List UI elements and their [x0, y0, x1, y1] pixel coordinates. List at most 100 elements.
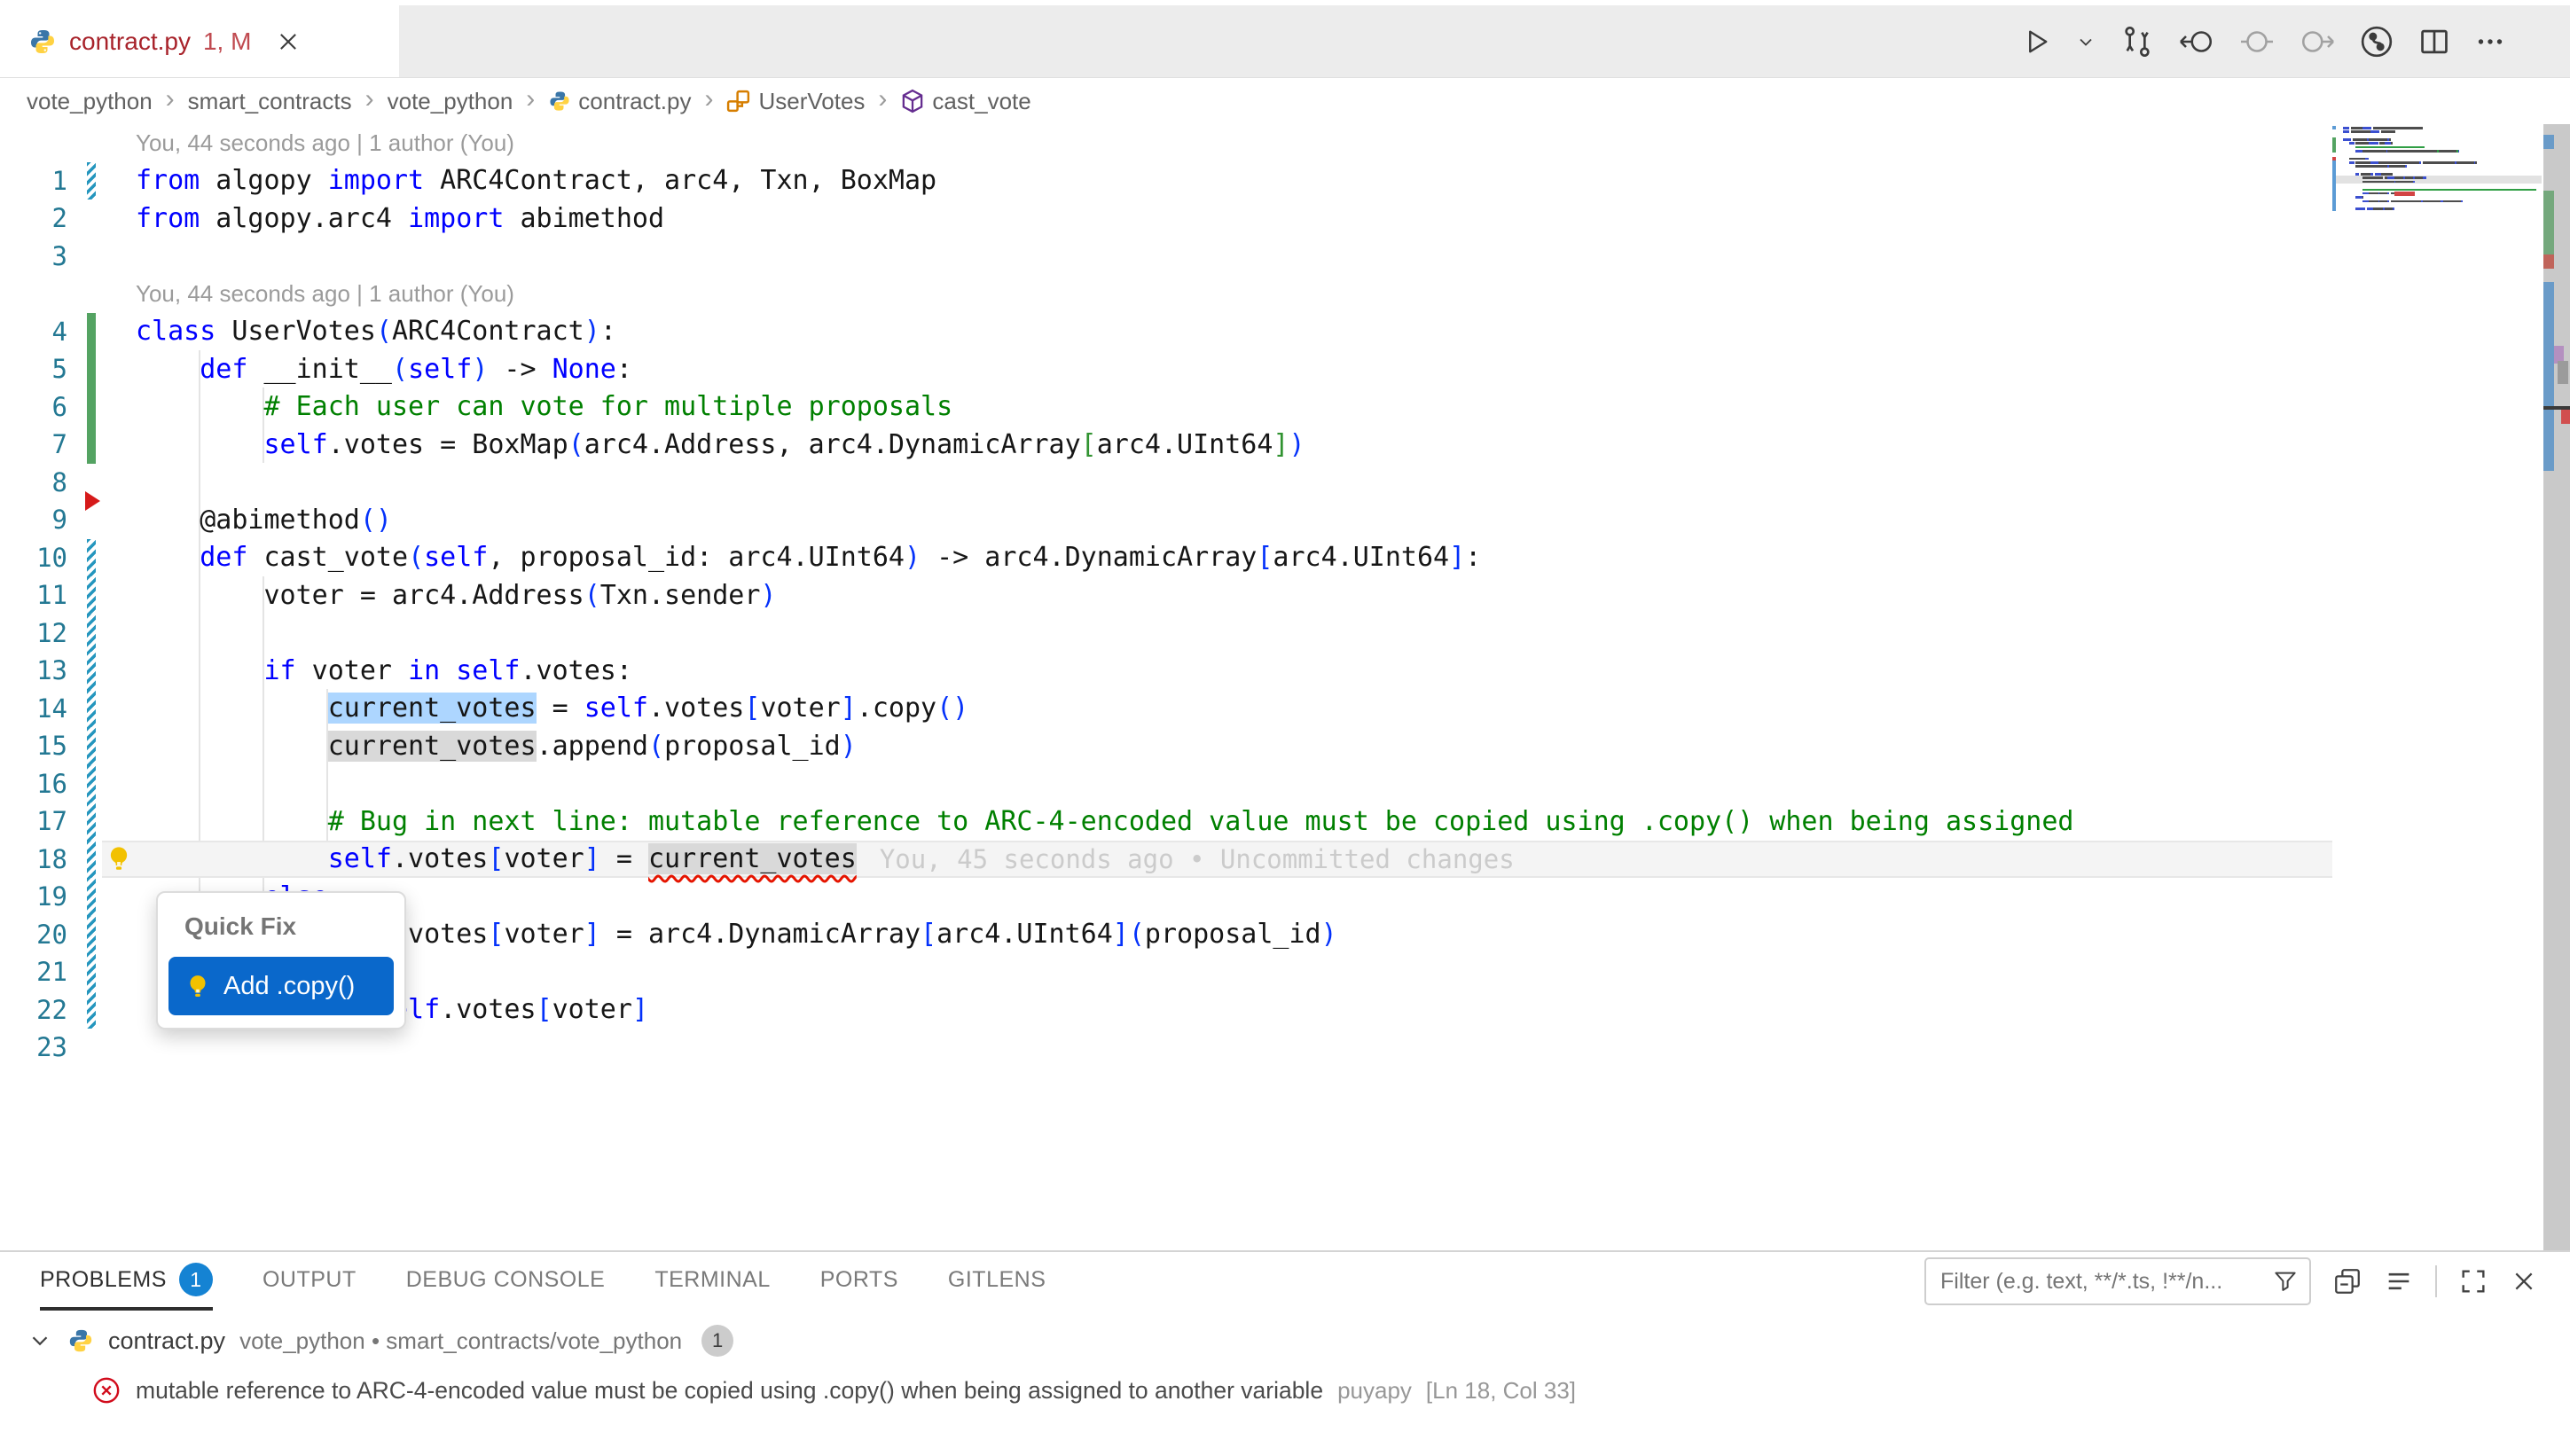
line-number[interactable]: 15 [0, 731, 80, 761]
code-line[interactable]: 23 [0, 1029, 2332, 1067]
tab-debug-console[interactable]: DEBUG CONSOLE [406, 1252, 606, 1311]
line-number[interactable]: 11 [0, 580, 80, 610]
next-change-icon[interactable] [2299, 26, 2336, 58]
line-number[interactable]: 2 [0, 203, 80, 233]
chevron-down-icon[interactable] [27, 1327, 53, 1354]
breadcrumb-item-class[interactable]: UserVotes [726, 88, 865, 115]
deleted-lines-marker[interactable] [85, 491, 100, 511]
previous-change-icon[interactable] [2178, 26, 2215, 58]
code-line[interactable]: 18 self.votes[voter] = current_votesYou,… [0, 841, 2332, 879]
filter-icon[interactable] [2272, 1268, 2299, 1295]
tab-problem-status: 1, M [203, 27, 251, 56]
chevron-down-icon[interactable] [2075, 31, 2096, 52]
code-line[interactable]: 12 [0, 614, 2332, 653]
gutter-change-bar [80, 426, 102, 464]
code-line[interactable]: 2from algopy.arc4 import abimethod [0, 200, 2332, 238]
breadcrumb-item[interactable]: vote_python [27, 88, 153, 115]
problems-filter [1924, 1257, 2311, 1305]
change-nav-icon[interactable] [2238, 26, 2276, 58]
overview-ruler-scrollbar[interactable] [2543, 124, 2570, 1250]
file-problems-count-badge: 1 [701, 1325, 733, 1357]
tab-contract-py[interactable]: contract.py 1, M [0, 5, 399, 77]
line-number[interactable]: 19 [0, 881, 80, 912]
gutter-change-bar [80, 200, 102, 238]
method-symbol-icon [900, 89, 925, 114]
tab-gitlens[interactable]: GITLENS [948, 1252, 1046, 1311]
tab-terminal[interactable]: TERMINAL [654, 1252, 770, 1311]
play-icon[interactable] [2020, 26, 2052, 58]
quick-fix-add-copy[interactable]: Add .copy() [168, 957, 394, 1015]
line-number[interactable]: 8 [0, 467, 80, 497]
code-line[interactable]: 5 def __init__(self) -> None: [0, 350, 2332, 388]
maximize-panel-icon[interactable] [2458, 1266, 2488, 1296]
ruler-error-mark [2561, 410, 2570, 424]
line-number[interactable]: 4 [0, 317, 80, 347]
breadcrumb-item[interactable]: smart_contracts [188, 88, 352, 115]
line-number[interactable]: 22 [0, 995, 80, 1025]
gutter-change-bar [80, 238, 102, 276]
code-line[interactable]: 13 if voter in self.votes: [0, 652, 2332, 690]
line-number[interactable]: 17 [0, 806, 80, 836]
problems-file-row[interactable]: contract.py vote_python • smart_contract… [0, 1316, 2570, 1366]
code-text: You, 44 seconds ago | 1 author (You) [102, 124, 2332, 162]
code-line[interactable]: 6 # Each user can vote for multiple prop… [0, 388, 2332, 427]
code-line[interactable]: 11 voter = arc4.Address(Txn.sender) [0, 576, 2332, 614]
code-line[interactable]: 15 current_votes.append(proposal_id) [0, 727, 2332, 765]
close-tab-icon[interactable] [276, 29, 301, 54]
code-line[interactable]: 9 @abimethod() [0, 501, 2332, 539]
vscode-window: contract.py 1, M vote_python › smart_con… [0, 0, 2570, 1456]
blame-annotation-line: You, 44 seconds ago | 1 author (You) [0, 124, 2332, 162]
line-number[interactable]: 6 [0, 392, 80, 422]
code-line[interactable]: 1from algopy import ARC4Contract, arc4, … [0, 162, 2332, 200]
line-number[interactable]: 1 [0, 166, 80, 196]
code-line[interactable]: 8 [0, 464, 2332, 502]
gutter-change-bar [80, 916, 102, 954]
line-number[interactable]: 3 [0, 241, 80, 271]
collapse-all-icon[interactable] [2332, 1266, 2362, 1296]
line-number[interactable]: 20 [0, 920, 80, 950]
panel-actions-divider [2435, 1265, 2437, 1297]
line-number[interactable]: 23 [0, 1032, 80, 1062]
breadcrumb-item-method[interactable]: cast_vote [900, 88, 1030, 115]
minimap[interactable] [2332, 126, 2542, 569]
gutter-change-bar [80, 727, 102, 765]
line-number[interactable]: 21 [0, 957, 80, 987]
problems-count-badge: 1 [179, 1263, 213, 1296]
breadcrumb-item[interactable]: vote_python [388, 88, 513, 115]
line-number[interactable]: 16 [0, 769, 80, 799]
problem-row[interactable]: mutable reference to ARC-4-encoded value… [0, 1366, 2570, 1415]
line-number[interactable]: 12 [0, 618, 80, 648]
line-number[interactable]: 5 [0, 354, 80, 384]
tab-output[interactable]: OUTPUT [262, 1252, 357, 1311]
lightbulb-icon[interactable] [105, 844, 133, 873]
python-file-icon [548, 90, 571, 113]
line-number[interactable]: 9 [0, 505, 80, 535]
more-actions-icon[interactable] [2474, 26, 2506, 58]
code-line[interactable]: 10 def cast_vote(self, proposal_id: arc4… [0, 539, 2332, 577]
code-line[interactable]: 16 [0, 765, 2332, 803]
code-text: voter = arc4.Address(Txn.sender) [102, 576, 2332, 614]
line-number[interactable]: 18 [0, 844, 80, 874]
code-line[interactable]: 7 self.votes = BoxMap(arc4.Address, arc4… [0, 426, 2332, 464]
breadcrumb-item-file[interactable]: contract.py [548, 88, 691, 115]
line-number[interactable]: 10 [0, 543, 80, 573]
code-editor[interactable]: You, 44 seconds ago | 1 author (You)1fro… [0, 124, 2570, 1250]
split-editor-icon[interactable] [2417, 25, 2451, 59]
blame-annotation-line: You, 44 seconds ago | 1 author (You) [0, 275, 2332, 313]
code-line[interactable]: 4class UserVotes(ARC4Contract): [0, 313, 2332, 351]
close-panel-icon[interactable] [2510, 1267, 2538, 1296]
line-number[interactable]: 7 [0, 429, 80, 459]
inline-blame-annotation: You, 45 seconds ago • Uncommitted change… [880, 844, 1515, 874]
line-number[interactable]: 14 [0, 693, 80, 724]
tab-problems[interactable]: PROBLEMS 1 [40, 1252, 213, 1311]
commit-graph-icon[interactable] [2359, 24, 2394, 59]
tab-ports[interactable]: PORTS [820, 1252, 898, 1311]
code-line[interactable]: 14 current_votes = self.votes[voter].cop… [0, 690, 2332, 728]
line-number[interactable]: 13 [0, 655, 80, 685]
code-line[interactable]: 3 [0, 238, 2332, 276]
view-as-table-icon[interactable] [2384, 1266, 2414, 1296]
gutter-change-bar [80, 275, 102, 313]
open-changes-icon[interactable] [2119, 24, 2155, 59]
filter-input[interactable] [1940, 1269, 2265, 1295]
code-line[interactable]: 17 # Bug in next line: mutable reference… [0, 802, 2332, 841]
